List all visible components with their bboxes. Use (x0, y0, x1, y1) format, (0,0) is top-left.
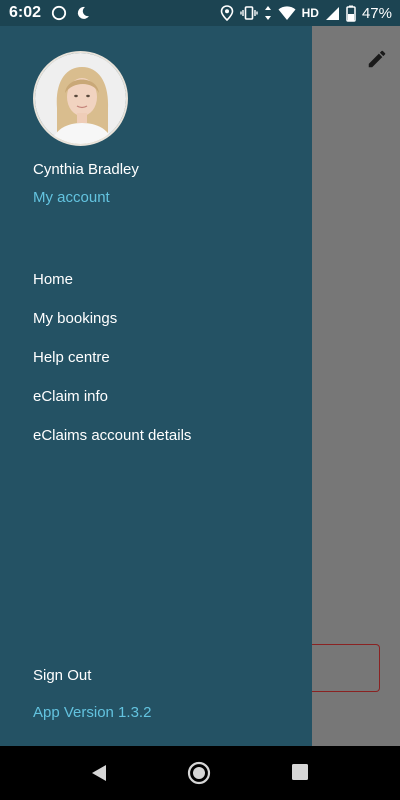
back-icon[interactable] (90, 763, 108, 783)
my-account-link[interactable]: My account (33, 189, 110, 206)
user-name: Cynthia Bradley (33, 161, 139, 178)
data-arrows-icon (264, 6, 271, 20)
menu-item-eclaim-info[interactable]: eClaim info (33, 388, 191, 427)
battery-percent: 47% (361, 4, 392, 22)
signal-icon (325, 6, 339, 20)
wifi-icon (278, 5, 296, 20)
menu-item-help-centre[interactable]: Help centre (33, 349, 191, 388)
background-app-content (312, 26, 400, 746)
location-icon (220, 5, 233, 21)
status-bar: 6:02 HD 47% (0, 0, 400, 26)
menu-item-eclaims-account-details[interactable]: eClaims account details (33, 427, 191, 466)
navigation-drawer: Cynthia Bradley My account Home My booki… (0, 26, 312, 746)
vibrate-icon (239, 6, 258, 20)
home-icon[interactable] (187, 761, 211, 785)
network-type-label: HD (301, 6, 319, 20)
recents-icon[interactable] (291, 763, 309, 781)
do-not-disturb-icon (77, 6, 90, 19)
background-input-field (312, 644, 380, 692)
app-version-label: App Version 1.3.2 (33, 704, 152, 721)
profile-photo-icon (35, 53, 126, 144)
status-time: 6:02 (9, 4, 42, 21)
sign-out-button[interactable]: Sign Out (33, 667, 91, 684)
drawer-menu: Home My bookings Help centre eClaim info… (33, 271, 191, 466)
edit-pencil-icon[interactable] (366, 48, 388, 70)
menu-item-my-bookings[interactable]: My bookings (33, 310, 191, 349)
menu-item-home[interactable]: Home (33, 271, 191, 310)
system-nav-bar (0, 746, 400, 800)
sync-icon (51, 5, 67, 21)
avatar[interactable] (33, 51, 128, 146)
battery-icon (346, 5, 356, 22)
